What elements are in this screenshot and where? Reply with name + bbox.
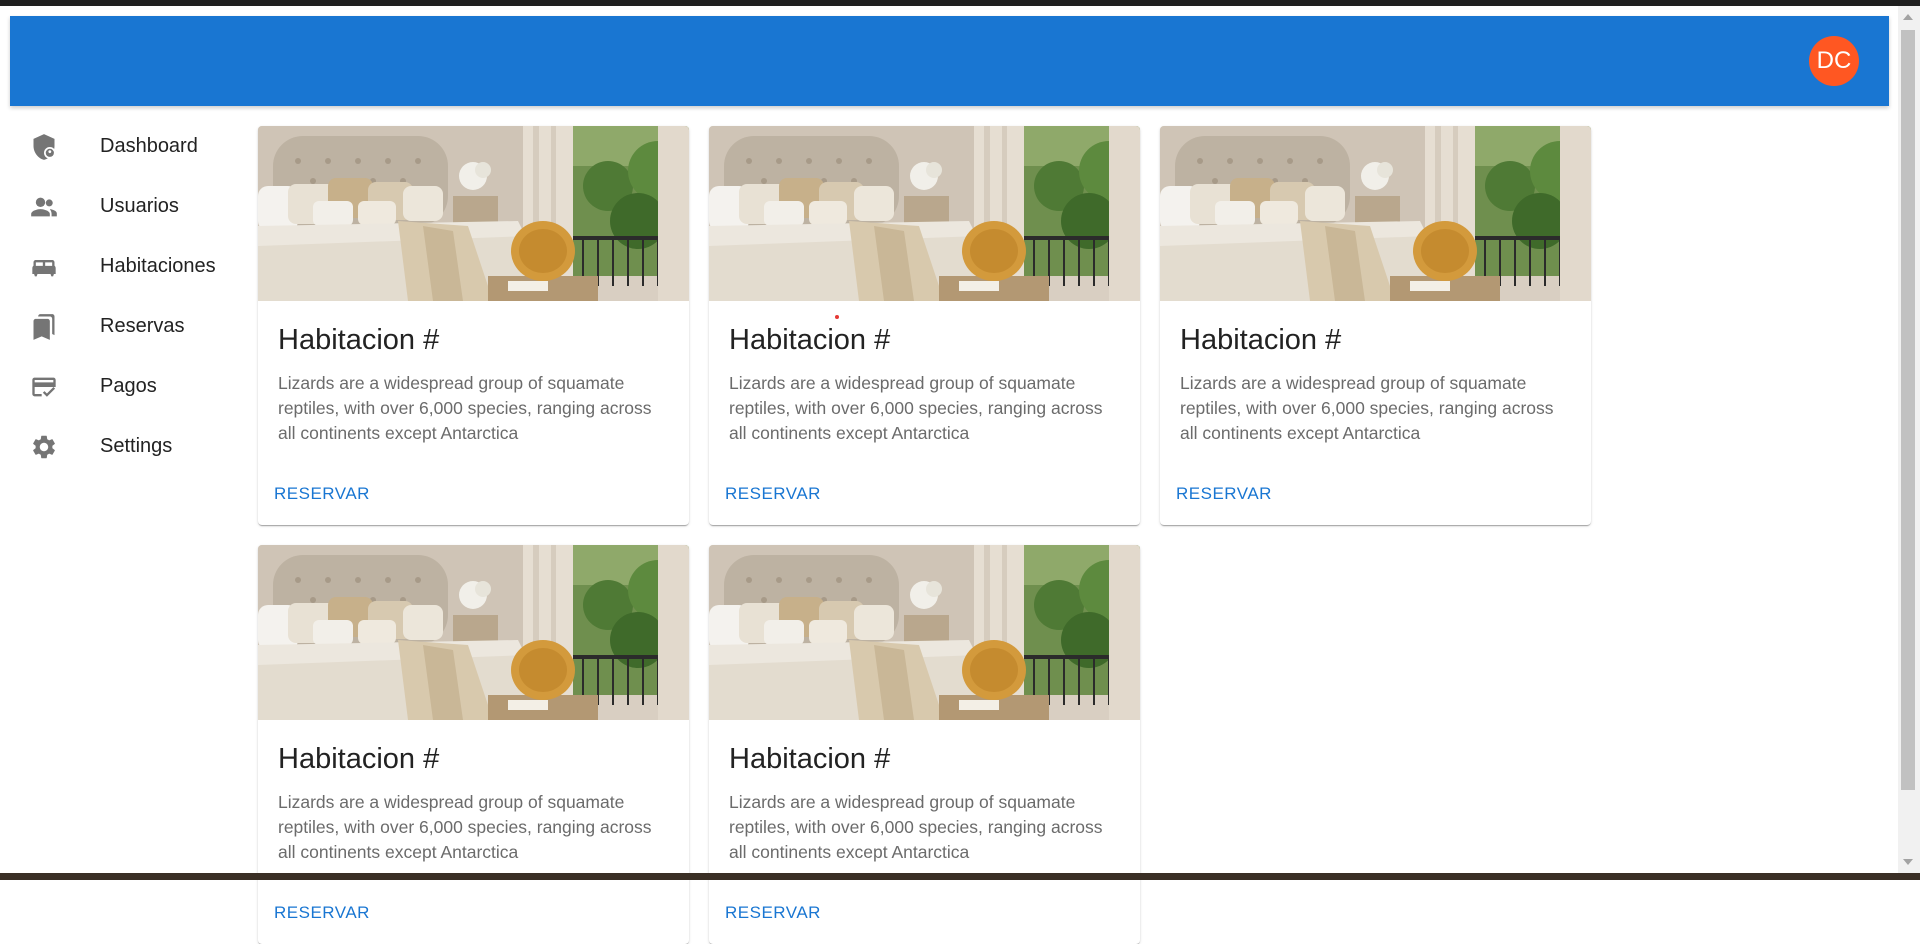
sidebar-item-label: Dashboard (100, 134, 198, 157)
vertical-scrollbar[interactable] (1898, 6, 1920, 873)
room-card: Habitacion # Lizards are a widespread gr… (258, 545, 689, 944)
user-avatar[interactable]: DC (1809, 36, 1859, 86)
sidebar-nav: Dashboard Usuarios Habitaciones Reservas… (0, 116, 240, 476)
reservar-button[interactable]: RESERVAR (725, 484, 821, 504)
sidebar-item-label: Pagos (100, 374, 157, 397)
window-top-edge (0, 0, 1920, 6)
cursor-dot (835, 315, 839, 319)
room-card-title: Habitacion # (729, 743, 891, 775)
reservar-button[interactable]: RESERVAR (274, 484, 370, 504)
room-card: Habitacion # Lizards are a widespread gr… (709, 545, 1140, 944)
reservar-button[interactable]: RESERVAR (725, 903, 821, 923)
sidebar-item-reservas[interactable]: Reservas (0, 296, 240, 356)
sidebar-item-label: Reservas (100, 314, 185, 337)
room-photo (709, 126, 1140, 301)
room-photo (258, 126, 689, 301)
room-card-description: Lizards are a widespread group of squama… (1180, 373, 1554, 443)
room-card-description: Lizards are a widespread group of squama… (729, 373, 1103, 443)
sidebar-item-label: Usuarios (100, 194, 179, 217)
reservar-button[interactable]: RESERVAR (1176, 484, 1272, 504)
room-card: Habitacion # Lizards are a widespread gr… (1160, 126, 1591, 525)
room-card-description: Lizards are a widespread group of squama… (278, 792, 652, 862)
room-photo (709, 545, 1140, 720)
credit-card-check-icon (30, 373, 58, 401)
room-cards-area: Habitacion # Lizards are a widespread gr… (258, 126, 1658, 944)
app-bar: DC (10, 16, 1889, 106)
room-card-grid: Habitacion # Lizards are a widespread gr… (258, 126, 1658, 944)
people-icon (30, 193, 58, 221)
room-card-description: Lizards are a widespread group of squama… (278, 373, 652, 443)
scroll-down-arrow-icon[interactable] (1903, 859, 1913, 865)
room-card: Habitacion # Lizards are a widespread gr… (258, 126, 689, 525)
scroll-up-arrow-icon[interactable] (1903, 14, 1913, 20)
sidebar-item-label: Settings (100, 434, 173, 457)
window-bottom-edge (0, 873, 1920, 880)
room-card-title: Habitacion # (278, 324, 440, 356)
sidebar-item-settings[interactable]: Settings (0, 416, 240, 476)
sidebar-item-pagos[interactable]: Pagos (0, 356, 240, 416)
bookmarks-icon (30, 313, 58, 341)
room-card-title: Habitacion # (278, 743, 440, 775)
sidebar-item-dashboard[interactable]: Dashboard (0, 116, 240, 176)
sidebar-item-habitaciones[interactable]: Habitaciones (0, 236, 240, 296)
sidebar-item-usuarios[interactable]: Usuarios (0, 176, 240, 236)
reservar-button[interactable]: RESERVAR (274, 903, 370, 923)
room-card-description: Lizards are a widespread group of squama… (729, 792, 1103, 862)
room-card: Habitacion # Lizards are a widespread gr… (709, 126, 1140, 525)
room-card-title: Habitacion # (1180, 324, 1342, 356)
room-photo (258, 545, 689, 720)
room-card-title: Habitacion # (729, 324, 891, 356)
sidebar-item-label: Habitaciones (100, 254, 216, 277)
scrollbar-thumb[interactable] (1901, 30, 1915, 790)
admin-shield-icon (30, 133, 58, 161)
room-photo (1160, 126, 1591, 301)
gear-icon (30, 433, 58, 461)
bed-icon (30, 253, 58, 281)
